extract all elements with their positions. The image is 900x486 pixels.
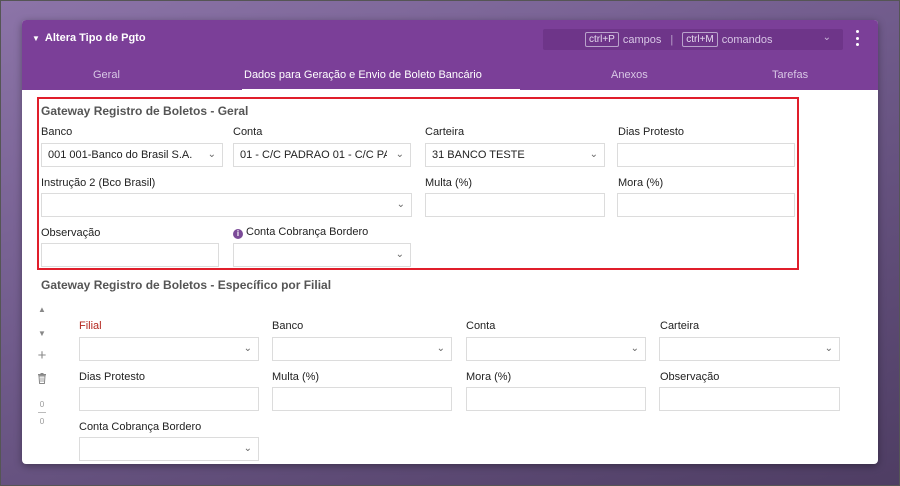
label-conta-cobranca: i Conta Cobrança Bordero [233, 226, 368, 239]
count-divider [38, 412, 46, 413]
filial-banco-select[interactable]: ⌄ [272, 337, 452, 361]
dias-protesto-input[interactable] [617, 143, 795, 167]
chevron-down-icon: ⌄ [630, 343, 639, 354]
observacao-input[interactable] [41, 243, 219, 267]
add-icon[interactable]: + [36, 348, 48, 363]
filial-conta-cobranca-select[interactable]: ⌄ [79, 437, 259, 461]
tab-geral[interactable]: Geral [93, 69, 120, 81]
mora-input[interactable] [617, 193, 795, 217]
shortcut-key-fields: ctrl+P [585, 32, 619, 47]
label-banco: Banco [41, 126, 73, 138]
carteira-value: 31 BANCO TESTE [432, 149, 525, 161]
shortcut-label-commands: comandos [721, 33, 773, 46]
chevron-down-icon: ⌄ [395, 249, 404, 260]
trash-icon[interactable] [36, 373, 48, 387]
conta-cobranca-select[interactable]: ⌄ [233, 243, 411, 267]
chevron-down-icon: ⌄ [395, 149, 404, 160]
chevron-down-icon: ⌄ [396, 199, 405, 210]
label-filial-conta: Conta [466, 320, 496, 332]
chevron-down-icon: ⌄ [436, 343, 445, 354]
shortcut-label-fields: campos [622, 33, 662, 46]
conta-select[interactable]: 01 - C/C PADRAO 01 - C/C PADRAO ⌄ [233, 143, 411, 167]
filial-mora-input[interactable] [466, 387, 646, 411]
label-filial-conta-cobranca: Conta Cobrança Bordero [79, 421, 202, 433]
conta-value: 01 - C/C PADRAO 01 - C/C PADRAO [240, 149, 387, 161]
carteira-select[interactable]: 31 BANCO TESTE ⌄ [425, 143, 605, 167]
shortcut-key-commands: ctrl+M [682, 32, 718, 47]
label-observacao: Observação [41, 227, 101, 239]
chevron-down-icon: ⌄ [824, 343, 833, 354]
panel-header: ▼ Altera Tipo de Pgto ctrl+P campos | ct… [22, 20, 878, 91]
tab-tarefas[interactable]: Tarefas [772, 69, 808, 81]
instrucao2-select[interactable]: ⌄ [41, 193, 412, 217]
label-filial-multa: Multa (%) [272, 371, 320, 383]
label-carteira: Carteira [425, 126, 465, 138]
label-filial: Filial [79, 320, 102, 332]
tab-dados-boleto[interactable]: Dados para Geração e Envio de Boleto Ban… [244, 69, 482, 81]
tab-bar: Geral Dados para Geração e Envio de Bole… [22, 68, 878, 90]
info-icon[interactable]: i [233, 229, 243, 239]
label-filial-observacao: Observação [660, 371, 720, 383]
filial-conta-select[interactable]: ⌄ [466, 337, 646, 361]
move-up-icon[interactable]: ▲ [36, 305, 48, 314]
banco-value: 001 001-Banco do Brasil S.A. [48, 149, 193, 161]
panel-title: Altera Tipo de Pgto [44, 32, 146, 44]
filial-observacao-input[interactable] [659, 387, 840, 411]
filial-dias-protesto-input[interactable] [79, 387, 259, 411]
chevron-down-icon: ⌄ [589, 149, 598, 160]
label-filial-carteira: Carteira [660, 320, 700, 332]
multa-input[interactable] [425, 193, 605, 217]
label-conta: Conta [233, 126, 263, 138]
filial-select[interactable]: ⌄ [79, 337, 259, 361]
shortcut-bar[interactable]: ctrl+P campos | ctrl+M comandos ⌄ [543, 29, 843, 50]
label-instrucao2: Instrução 2 (Bco Brasil) [41, 177, 156, 189]
label-filial-banco: Banco [272, 320, 304, 332]
current-count: 0 [39, 400, 45, 409]
caret-down-icon: ▼ [32, 33, 40, 43]
chevron-down-icon: ⌄ [243, 443, 252, 454]
chevron-down-icon[interactable]: ⌄ [823, 32, 831, 43]
panel-title-toggle[interactable]: ▼ Altera Tipo de Pgto [32, 32, 146, 44]
label-multa: Multa (%) [425, 177, 473, 189]
conta-cobranca-label: Conta Cobrança Bordero [246, 226, 369, 238]
total-count: 0 [39, 417, 45, 426]
label-filial-mora: Mora (%) [466, 371, 512, 383]
label-dias-protesto: Dias Protesto [618, 126, 685, 138]
shortcut-separator: | [670, 33, 674, 46]
label-mora: Mora (%) [618, 177, 664, 189]
filial-carteira-select[interactable]: ⌄ [659, 337, 840, 361]
section-title-filial: Gateway Registro de Boletos - Específico… [41, 278, 332, 292]
label-filial-dias-protesto: Dias Protesto [79, 371, 146, 383]
form-panel: ▼ Altera Tipo de Pgto ctrl+P campos | ct… [22, 20, 878, 464]
active-tab-indicator [242, 89, 520, 91]
section-title-geral: Gateway Registro de Boletos - Geral [41, 104, 249, 118]
banco-select[interactable]: 001 001-Banco do Brasil S.A. ⌄ [41, 143, 223, 167]
tab-anexos[interactable]: Anexos [611, 69, 648, 81]
move-down-icon[interactable]: ▼ [36, 329, 48, 338]
chevron-down-icon: ⌄ [207, 149, 216, 160]
more-options-icon[interactable] [855, 30, 859, 46]
chevron-down-icon: ⌄ [243, 343, 252, 354]
filial-multa-input[interactable] [272, 387, 452, 411]
